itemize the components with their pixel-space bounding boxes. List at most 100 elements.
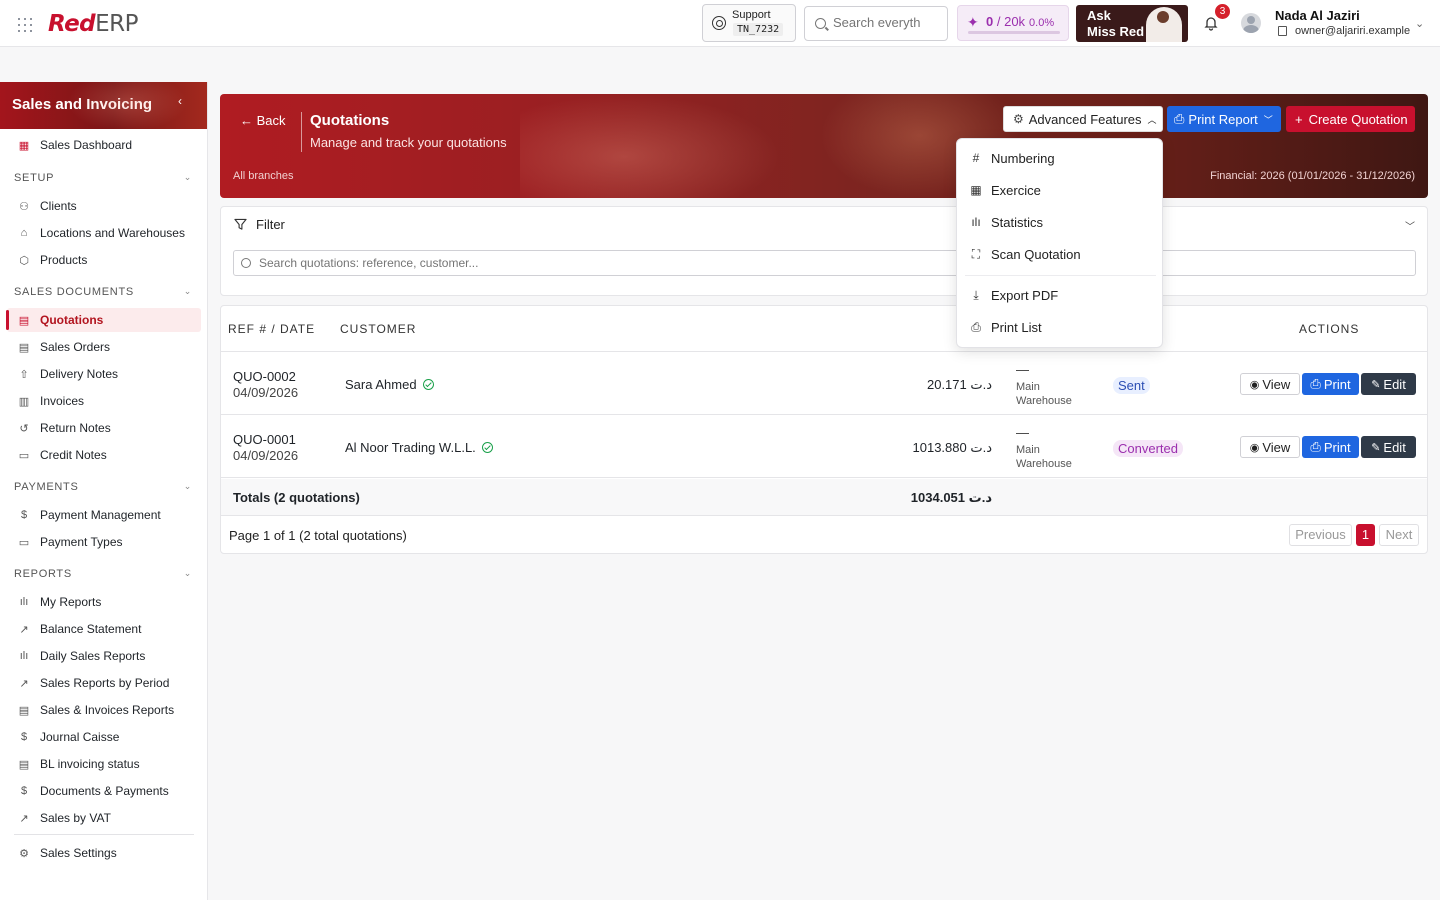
sidebar-item-balance-statement[interactable]: ↗ Balance Statement (7, 617, 201, 641)
sidebar-item-quotations[interactable]: ▤ Quotations (6, 308, 201, 332)
menu-item-exercice[interactable]: ▦ Exercice (957, 175, 1162, 205)
app-grid-icon[interactable] (17, 17, 33, 33)
sidebar-item-journal-caisse[interactable]: $ Journal Caisse (7, 725, 201, 749)
view-button[interactable]: ◉ View (1240, 373, 1300, 395)
next-page-button[interactable]: Next (1379, 524, 1419, 546)
verified-icon (481, 442, 493, 453)
eye-icon: ◉ (1249, 378, 1260, 391)
menu-item-scan-quotation[interactable]: ⛶ Scan Quotation (957, 239, 1162, 269)
user-name: Nada Al Jaziri (1275, 8, 1360, 23)
quotation-ref: QUO-0001 (233, 432, 296, 447)
copy-icon[interactable] (1278, 26, 1287, 36)
verified-icon (422, 379, 434, 390)
chevron-down-icon: ⌄ (183, 286, 192, 296)
plus-icon: + (1295, 111, 1303, 127)
print-button[interactable]: ⎙ Print (1302, 373, 1359, 395)
print-button[interactable]: ⎙ Print (1302, 436, 1359, 458)
column-ref-date[interactable]: REF # / DATE (228, 322, 315, 336)
card-icon: ▭ (18, 536, 30, 549)
status-badge: Converted (1113, 440, 1183, 457)
sidebar-item-products[interactable]: ⬡ Products (7, 248, 201, 272)
sidebar-item-invoices[interactable]: ▥ Invoices (7, 389, 201, 413)
sidebar-item-payment-types[interactable]: ▭ Payment Types (7, 530, 201, 554)
trend-icon: ↗ (19, 623, 29, 636)
status-badge: Sent (1113, 377, 1150, 394)
printer-icon: ⎙ (1310, 376, 1321, 391)
calendar-icon: ▦ (970, 183, 982, 197)
support-button[interactable]: Support TN_7232 (702, 4, 796, 42)
global-search[interactable] (804, 6, 948, 41)
page-number-button[interactable]: 1 (1356, 524, 1375, 546)
filter-panel: Filter ﹀ (220, 206, 1428, 296)
chevron-up-icon: ︿ (1147, 114, 1157, 125)
column-customer[interactable]: CUSTOMER (340, 322, 416, 336)
menu-item-numbering[interactable]: # Numbering (957, 143, 1162, 173)
arrow-left-icon: ← (240, 113, 257, 128)
ai-credits-text: 0 / 20k 0.0% (986, 14, 1055, 29)
sidebar-item-daily-sales-reports[interactable]: ılı Daily Sales Reports (7, 644, 201, 668)
quotation-search-input[interactable] (259, 256, 1359, 270)
ask-miss-red-button[interactable]: Ask Miss Red (1076, 5, 1188, 42)
sidebar-item-credit-notes[interactable]: ▭ Credit Notes (7, 443, 201, 467)
document-icon: ▤ (18, 704, 30, 717)
print-report-button[interactable]: ⎙ Print Report ﹀ (1167, 106, 1281, 132)
quotation-amount: 20.171 د.ت (926, 377, 992, 392)
sidebar-item-my-reports[interactable]: ılı My Reports (7, 590, 201, 614)
chevron-down-icon: ⌄ (183, 481, 192, 491)
sidebar-item-sales-settings[interactable]: ⚙ Sales Settings (7, 841, 201, 865)
trend-icon: ↗ (19, 677, 29, 690)
section-payments[interactable]: PAYMENTS ⌄ (14, 481, 194, 493)
menu-item-statistics[interactable]: ılı Statistics (957, 207, 1162, 237)
sparkle-icon: ✦ (967, 14, 979, 30)
trend-icon: ↗ (19, 812, 29, 825)
document-icon: ▤ (18, 341, 30, 354)
sidebar-item-sales-dashboard[interactable]: ▦ Sales Dashboard (7, 133, 201, 157)
edit-icon: ✎ (1371, 378, 1381, 391)
table-row[interactable]: QUO-0001 04/09/2026 Al Noor Trading W.L.… (221, 415, 1427, 478)
sidebar-item-documents-payments[interactable]: $ Documents & Payments (7, 779, 201, 803)
ai-credits[interactable]: ✦ 0 / 20k 0.0% (957, 5, 1069, 41)
chevron-down-icon[interactable]: ⌄ (1415, 17, 1424, 30)
advanced-features-button[interactable]: ⚙ Advanced Features ︿ (1003, 106, 1163, 132)
chevron-down-icon: ﹀ (1263, 114, 1273, 125)
sidebar-item-delivery-notes[interactable]: ⇧ Delivery Notes (7, 362, 201, 386)
menu-item-export-pdf[interactable]: ⤓ Export PDF (957, 280, 1162, 310)
sidebar-item-sales-by-vat[interactable]: ↗ Sales by VAT (7, 806, 201, 830)
sidebar-header: Sales and Invoicing ‹ (0, 82, 207, 129)
sidebar-item-sales-invoices-reports[interactable]: ▤ Sales & Invoices Reports (7, 698, 201, 722)
edit-icon: ✎ (1371, 441, 1381, 454)
dollar-icon: $ (20, 731, 28, 743)
section-setup[interactable]: SETUP ⌄ (14, 172, 194, 184)
sidebar-item-clients[interactable]: ⚇ Clients (7, 194, 201, 218)
chevron-down-icon[interactable]: ﹀ (1405, 218, 1415, 233)
view-button[interactable]: ◉ View (1240, 436, 1300, 458)
quotation-date: 04/09/2026 (233, 385, 299, 400)
filter-title[interactable]: Filter (256, 217, 285, 232)
menu-item-print-list[interactable]: ⎙ Print List (957, 312, 1162, 342)
sidebar-item-return-notes[interactable]: ↺ Return Notes (7, 416, 201, 440)
sidebar-item-locations[interactable]: ⌂ Locations and Warehouses (7, 221, 201, 245)
sidebar-item-sales-orders[interactable]: ▤ Sales Orders (7, 335, 201, 359)
page-subtitle: Manage and track your quotations (310, 135, 507, 150)
table-row[interactable]: QUO-0002 04/09/2026 Sara Ahmed 20.171 د.… (221, 352, 1427, 415)
sidebar-item-payment-management[interactable]: $ Payment Management (7, 503, 201, 527)
back-button[interactable]: ← Back (240, 113, 286, 128)
page-header-banner: ← Back Quotations Manage and track your … (220, 94, 1428, 198)
edit-button[interactable]: ✎ Edit (1361, 373, 1416, 395)
quotation-search[interactable] (233, 250, 1416, 276)
section-reports[interactable]: REPORTS ⌄ (14, 568, 194, 580)
users-icon: ⚇ (19, 200, 29, 213)
customer-name: Sara Ahmed (345, 377, 434, 392)
branches-label: All branches (233, 170, 294, 182)
collapse-sidebar-icon[interactable]: ‹ (178, 94, 194, 114)
previous-page-button[interactable]: Previous (1289, 524, 1352, 546)
avatar[interactable] (1241, 13, 1261, 33)
edit-button[interactable]: ✎ Edit (1361, 436, 1416, 458)
bell-icon[interactable] (1203, 15, 1218, 31)
section-sales-documents[interactable]: SALES DOCUMENTS ⌄ (14, 286, 194, 298)
create-quotation-button[interactable]: + Create Quotation (1286, 106, 1415, 132)
sidebar-item-bl-invoicing-status[interactable]: ▤ BL invoicing status (7, 752, 201, 776)
sidebar-item-sales-reports-period[interactable]: ↗ Sales Reports by Period (7, 671, 201, 695)
app-logo[interactable]: RedERP (48, 11, 139, 37)
global-search-input[interactable] (833, 15, 943, 30)
